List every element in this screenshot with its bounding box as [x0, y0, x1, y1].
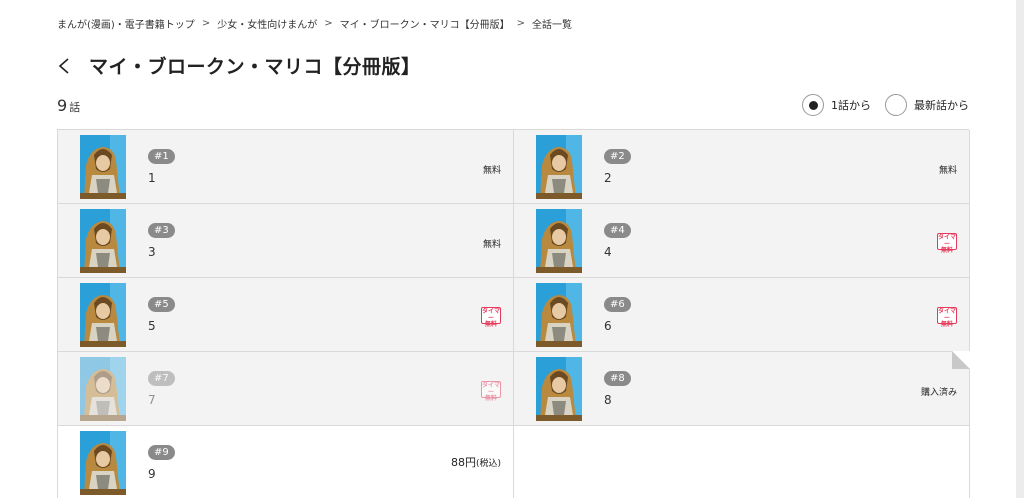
empty-cell: [514, 426, 970, 498]
stamp-line-1: タイマー: [938, 308, 957, 322]
free-label: 無料: [938, 166, 957, 176]
free-label: 無料: [482, 240, 501, 250]
episode-list: #1 1 無料 #2 2 無料 #3 3 無料 #4 4 タイマー 無料 #5 5…: [57, 129, 970, 498]
episode-title: 6: [604, 319, 612, 333]
page-fold-icon: [952, 351, 970, 369]
episode-item[interactable]: #9 9 88円(税込): [58, 426, 514, 498]
sort-order: 1話から 最新話から: [802, 94, 969, 116]
sort-from-latest-option[interactable]: 最新話から: [885, 94, 969, 116]
episode-thumbnail: [536, 283, 582, 347]
episode-number-badge: #6: [604, 297, 631, 312]
breadcrumb-current: 全話一覧: [531, 20, 572, 31]
episode-thumbnail: [80, 357, 126, 421]
episode-title: 7: [148, 393, 156, 407]
stamp-line-1: タイマー: [482, 382, 501, 396]
episode-count: 9 話: [57, 96, 80, 115]
stamp-line-1: タイマー: [482, 308, 501, 322]
stamp-line-2: 無料: [940, 321, 953, 328]
episode-title: 2: [604, 171, 612, 185]
sort-from-first-option[interactable]: 1話から: [802, 94, 871, 116]
sort-from-first-label: 1話から: [831, 99, 871, 112]
stamp-line-1: タイマー: [938, 234, 957, 248]
price-value: 88円: [450, 456, 476, 469]
stamp-line-2: 無料: [484, 321, 497, 328]
page-title: マイ・ブロークン・マリコ【分冊版】: [89, 56, 421, 78]
price-label: 88円(税込): [451, 454, 501, 470]
timer-free-stamp-icon: タイマー 無料: [937, 307, 957, 328]
episode-title: 5: [148, 319, 156, 333]
breadcrumb-separator: >: [324, 18, 333, 29]
episode-thumbnail: [80, 283, 126, 347]
episode-number-badge: #1: [148, 149, 175, 164]
episode-title: 9: [148, 467, 156, 481]
timer-free-stamp-icon: タイマー 無料: [481, 381, 501, 402]
episode-item[interactable]: #4 4 タイマー 無料: [514, 204, 970, 278]
price-tax-note: (税込): [475, 459, 501, 469]
stamp-line-2: 無料: [940, 247, 953, 254]
episode-thumbnail: [536, 357, 582, 421]
stamp-line-2: 無料: [484, 395, 497, 402]
episode-number-badge: #8: [604, 371, 631, 386]
episode-title: 8: [604, 393, 612, 407]
episode-item[interactable]: #6 6 タイマー 無料: [514, 278, 970, 352]
episode-title: 1: [148, 171, 156, 185]
episode-number-badge: #5: [148, 297, 175, 312]
episode-number-badge: #2: [604, 149, 631, 164]
radio-unselected-icon[interactable]: [885, 94, 907, 116]
episode-number-badge: #9: [148, 445, 175, 460]
breadcrumb-top[interactable]: まんが(漫画)・電子書籍トップ: [57, 16, 195, 31]
free-label: 無料: [482, 166, 501, 176]
episode-thumbnail: [536, 209, 582, 273]
radio-selected-icon[interactable]: [802, 94, 824, 116]
episode-count-number: 9: [57, 96, 68, 115]
episode-title: 3: [148, 245, 156, 259]
sort-from-latest-label: 最新話から: [914, 99, 969, 112]
episode-title: 4: [604, 245, 612, 259]
breadcrumb-series[interactable]: マイ・ブロークン・マリコ【分冊版】: [340, 16, 510, 31]
purchased-label: 購入済み: [920, 388, 957, 398]
episode-number-badge: #7: [148, 371, 175, 386]
episode-item[interactable]: #8 8 購入済み: [514, 351, 970, 426]
breadcrumb-category[interactable]: 少女・女性向けまんが: [217, 16, 317, 31]
episode-item[interactable]: #2 2 無料: [514, 130, 970, 204]
episode-thumbnail: [80, 209, 126, 273]
episode-number-badge: #4: [604, 223, 631, 238]
episode-count-unit: 話: [69, 101, 81, 114]
episode-item[interactable]: #1 1 無料: [58, 130, 514, 204]
title-row: マイ・ブロークン・マリコ【分冊版】: [57, 52, 421, 79]
episode-thumbnail: [536, 135, 582, 199]
episode-number-badge: #3: [148, 223, 175, 238]
breadcrumb-separator: >: [201, 18, 211, 29]
episode-item[interactable]: #5 5 タイマー 無料: [58, 278, 514, 352]
timer-free-stamp-icon: タイマー 無料: [481, 307, 501, 328]
episode-item[interactable]: #7 7 タイマー 無料: [58, 352, 514, 426]
episode-item[interactable]: #3 3 無料: [58, 204, 514, 278]
breadcrumb-separator: >: [516, 18, 525, 29]
scrollbar[interactable]: [1016, 0, 1024, 498]
episode-thumbnail: [80, 135, 126, 199]
timer-free-stamp-icon: タイマー 無料: [937, 233, 957, 254]
chevron-left-icon[interactable]: [57, 54, 81, 78]
breadcrumb: まんが(漫画)・電子書籍トップ > 少女・女性向けまんが > マイ・ブロークン・…: [57, 16, 572, 31]
episode-thumbnail: [80, 431, 126, 495]
